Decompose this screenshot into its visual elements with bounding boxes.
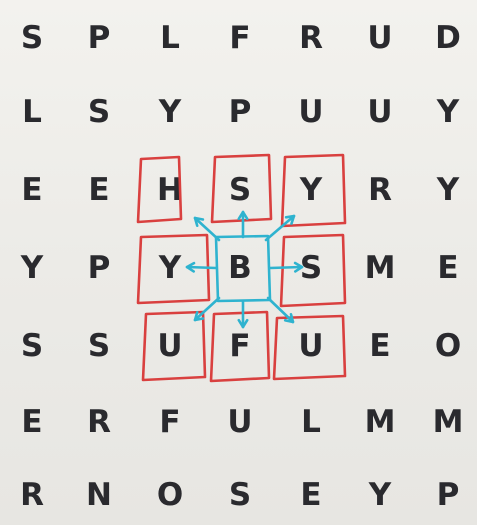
letter-cell: P <box>87 250 111 286</box>
letter-cell: U <box>367 94 393 130</box>
letter-cell: P <box>436 477 460 513</box>
word-search-puzzle: S P L F R U D L S Y P U U Y E E H S Y R Y Y P Y B S M E S S U F U E O E R F U L… <box>0 0 477 525</box>
letter-cell: M <box>364 404 396 440</box>
letter-cell: S <box>20 328 44 364</box>
letter-cell: M <box>364 250 396 286</box>
letter-cell: Y <box>436 172 460 208</box>
letter-cell: H <box>157 172 183 208</box>
letter-cell: Y <box>158 250 182 286</box>
letter-cell: S <box>87 328 111 364</box>
letter-cell: Y <box>158 94 182 130</box>
letter-cell: F <box>229 20 251 56</box>
letter-cell: Y <box>299 172 323 208</box>
letter-cell: R <box>20 477 44 513</box>
letter-cell: M <box>432 404 464 440</box>
letter-cell: Y <box>436 94 460 130</box>
letter-cell: Y <box>368 477 392 513</box>
letter-cell: S <box>299 250 323 286</box>
letter-cell: P <box>87 20 111 56</box>
letter-cell: N <box>86 477 112 513</box>
letter-cell: Y <box>20 250 44 286</box>
letter-cell: O <box>434 328 462 364</box>
letter-cell: U <box>157 328 183 364</box>
letter-cell: S <box>20 20 44 56</box>
letter-cell: R <box>299 20 323 56</box>
letter-cell: S <box>228 477 252 513</box>
letter-cell: E <box>21 172 43 208</box>
letter-cell: E <box>300 477 322 513</box>
letter-cell: R <box>87 404 111 440</box>
letter-cell: L <box>160 20 180 56</box>
letter-cell: L <box>22 94 42 130</box>
letter-cell: U <box>298 94 324 130</box>
letter-cell: D <box>435 20 461 56</box>
letter-cell: E <box>88 172 110 208</box>
letter-cell: S <box>228 172 252 208</box>
letter-cell: F <box>229 328 251 364</box>
letter-cell: E <box>437 250 459 286</box>
letter-cell: R <box>368 172 392 208</box>
letter-cell: B <box>228 250 252 286</box>
letter-cell: U <box>367 20 393 56</box>
letter-cell: S <box>87 94 111 130</box>
letter-cell: E <box>369 328 391 364</box>
letter-cell: O <box>156 477 184 513</box>
letter-cell: U <box>298 328 324 364</box>
letter-cell: P <box>228 94 252 130</box>
letter-cell: E <box>21 404 43 440</box>
letter-cell: U <box>227 404 253 440</box>
letter-cell: F <box>159 404 181 440</box>
letter-cell: L <box>301 404 321 440</box>
